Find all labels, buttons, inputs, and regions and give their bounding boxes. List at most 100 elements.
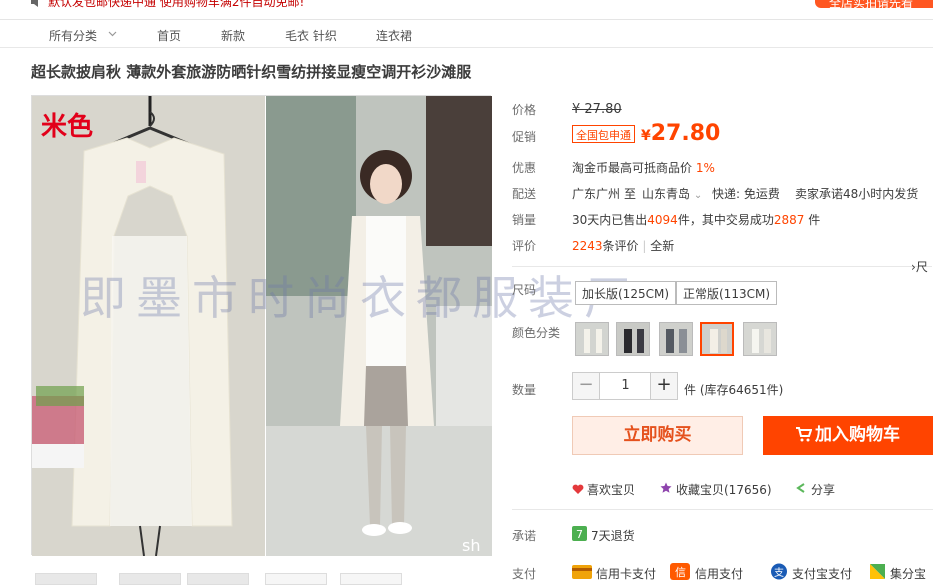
credit-pay-icon: 信 [670,563,690,580]
svg-text:信: 信 [675,566,686,579]
promo-label: 促销 [512,130,537,144]
thumbnail[interactable] [187,573,249,585]
nav-dress[interactable]: 连衣裙 [376,27,412,44]
divider [512,266,932,267]
share-button[interactable]: 分享 [811,481,835,498]
ship-from: 广东广州 [572,187,621,201]
discount-text: 淘金币最高可抵商品价 [572,161,693,175]
size-chart-link[interactable]: ›尺 [911,258,928,275]
model-photo [266,96,492,556]
stock-text: 件 (库存64651件) [684,383,784,397]
nav-home[interactable]: 首页 [157,27,181,44]
sales-suffix: 件 [808,213,821,227]
svg-text:7: 7 [576,528,583,541]
heart-icon [572,484,584,494]
nav-new[interactable]: 新款 [221,27,245,44]
ship-to-select[interactable]: 山东青岛 ⌄ [642,185,702,202]
thumbnail[interactable] [265,573,327,585]
price-label: 价格 [512,103,537,117]
cart-icon [796,427,813,442]
notice-text: 默认发包邮快递中通 使用购物车满2件自动免邮! [48,0,305,9]
promise-text[interactable]: 7天退货 [591,527,635,544]
quantity-decrease-button[interactable]: − [573,373,600,399]
sales-prefix: 30天内已售出 [572,213,648,227]
add-to-cart-button[interactable]: 加入购物车 [763,416,933,455]
color-tag-label: 米色 [41,112,94,142]
promise-label: 承诺 [512,529,537,543]
chevron-down-icon: ⌄ [693,190,703,201]
discount-info: 淘金币最高可抵商品价 1% [572,159,715,176]
jifenbao-icon [870,564,885,579]
share-icon [796,483,805,493]
alipay-icon: 支 [771,563,787,580]
review-count: 2243 [572,239,603,253]
color-swatch[interactable] [575,322,609,356]
divider [512,509,933,510]
pay-credit: 信用支付 [695,567,744,581]
chevron-down-icon [108,31,117,37]
ship-to-word: 至 [624,187,637,201]
add-to-cart-label: 加入购物车 [815,425,900,445]
color-swatch[interactable] [616,322,650,356]
review-label: 评价 [512,239,537,253]
top-notice-bar: 默认发包邮快递中通 使用购物车满2件自动免邮! 全店实拍请先看 [0,0,933,17]
product-image-hanger: 米色 [32,96,265,556]
size-label: 尺码 [512,283,537,297]
payment-label: 支付 [512,567,537,581]
quantity-input[interactable]: 1 [601,373,650,399]
pay-jifenbao: 集分宝 [890,567,927,581]
review-new: 全新 [650,239,675,253]
discount-label: 优惠 [512,161,537,175]
thumbnail[interactable] [35,573,97,585]
gallery-caption: sh [462,536,481,555]
original-price: ¥ 27.80 [572,102,622,117]
sales-info: 30天内已售出4094件，其中交易成功2887 件 [572,211,820,228]
sales-count: 4094 [647,213,678,227]
shop-nav: 所有分类 首页 新款 毛衣 针织 连衣裙 [0,19,933,48]
sales-mid: 件，其中交易成功 [677,213,774,227]
sales-label: 销量 [512,213,537,227]
pay-alipay: 支付宝支付 [792,567,853,581]
nav-all-categories[interactable]: 所有分类 [49,27,97,44]
discount-percent: 1% [695,161,715,175]
promo-price: ¥27.80 [641,121,720,146]
product-image-model: sh [266,96,492,556]
shipping-fee: 快递: 免运费 [712,187,780,201]
quantity-label: 数量 [512,383,537,397]
product-gallery[interactable]: 米色 sh [31,95,492,556]
star-icon [660,482,672,493]
nav-knitwear[interactable]: 毛衣 针织 [285,27,337,44]
promo-banner[interactable]: 全店实拍请先看 [815,0,933,8]
color-label: 颜色分类 [512,326,561,340]
review-word: 条评价 [602,239,639,253]
quantity-stepper: − 1 + [572,372,678,400]
promo-tag: 全国包申通 [572,125,635,143]
review-info[interactable]: 2243条评价 | 全新 [572,237,674,254]
size-option-long[interactable]: 加长版(125CM) [575,281,677,305]
size-option-regular[interactable]: 正常版(113CM) [676,281,778,305]
color-swatch[interactable] [659,322,693,356]
like-button[interactable]: 喜欢宝贝 [587,481,635,498]
currency-symbol: ¥ [641,128,651,144]
product-title: 超长款披肩秋 薄款外套旅游防晒针织雪纺拼接显瘦空调开衫沙滩服 [31,63,472,81]
ship-to: 山东青岛 [642,187,691,201]
pay-credit-card: 信用卡支付 [596,567,657,581]
thumbnail[interactable] [340,573,402,585]
quantity-increase-button[interactable]: + [650,373,677,399]
sales-success-count: 2887 [773,213,805,227]
favorite-button[interactable]: 收藏宝贝(17656) [676,481,772,498]
color-swatch-selected[interactable] [700,322,734,356]
buy-now-button[interactable]: 立即购买 [572,416,743,455]
shipping-promise: 卖家承诺48小时内发货 [795,187,919,201]
hanging-cardigan-image [32,96,265,556]
svg-text:支: 支 [774,567,784,579]
color-swatch[interactable] [743,322,777,356]
size-side-label: 尺 [915,260,928,274]
credit-card-icon [572,565,592,579]
thumbnail[interactable] [119,573,181,585]
price-value: 27.80 [650,121,721,146]
shipping-label: 配送 [512,187,537,201]
speaker-icon [31,0,38,7]
seven-day-return-icon: 7 [572,526,587,541]
thumbnail-strip [35,573,475,585]
